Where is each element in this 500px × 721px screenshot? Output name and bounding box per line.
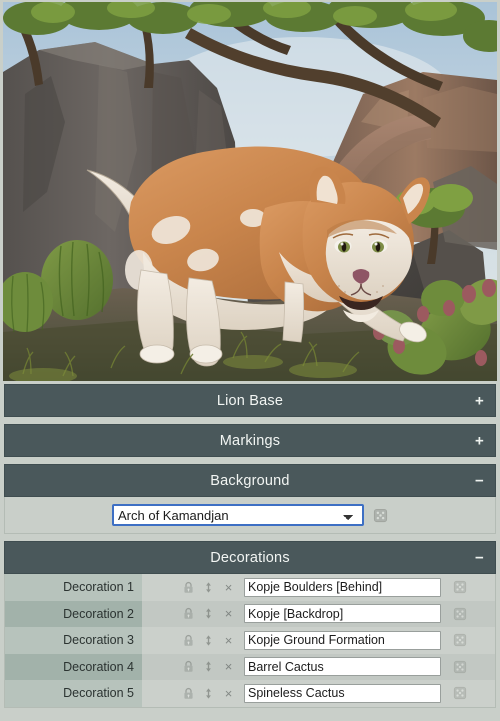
section-title-lion-base: Lion Base <box>216 392 284 409</box>
table-row: Decoration 4 × Barrel Cactus <box>5 653 495 680</box>
dice-glyph <box>453 687 467 700</box>
dice-glyph <box>453 607 467 620</box>
remove-icon[interactable]: × <box>222 660 235 673</box>
row-tools: × <box>142 581 235 594</box>
lock-icon[interactable] <box>182 634 195 647</box>
row-tools: × <box>142 607 235 620</box>
lock-glyph <box>184 634 193 646</box>
expand-plus-icon[interactable]: + <box>475 433 484 448</box>
section-decorations: Decorations − Decoration 1 × Kopje Bould… <box>0 541 500 708</box>
dice-glyph <box>453 581 467 594</box>
decoration-name-input[interactable] <box>244 604 441 624</box>
section-title-markings: Markings <box>219 432 281 449</box>
table-row: Decoration 2 × Kopje [Backdrop] <box>5 600 495 627</box>
section-header-markings[interactable]: Markings + <box>4 424 496 457</box>
row-tools: × <box>142 687 235 700</box>
move-vertical-icon[interactable] <box>202 581 215 594</box>
dice-glyph <box>453 660 467 673</box>
remove-icon[interactable]: × <box>222 687 235 700</box>
section-title-decorations: Decorations <box>210 549 290 566</box>
decoration-label: Decoration 2 <box>5 600 142 627</box>
decoration-label: Decoration 1 <box>5 574 142 601</box>
move-vertical-icon[interactable] <box>202 687 215 700</box>
dice-icon[interactable] <box>453 607 467 621</box>
lock-icon[interactable] <box>182 607 195 620</box>
dice-icon[interactable] <box>453 660 467 674</box>
remove-icon[interactable]: × <box>222 581 235 594</box>
move-vertical-glyph <box>206 582 211 593</box>
expand-plus-icon[interactable]: + <box>475 393 484 408</box>
table-row: Decoration 3 × Kopje Ground Formation <box>5 627 495 654</box>
row-tools: × <box>142 634 235 647</box>
move-vertical-icon[interactable] <box>202 660 215 673</box>
lock-glyph <box>184 687 193 699</box>
decoration-label: Decoration 5 <box>5 680 142 707</box>
dice-glyph <box>453 634 467 647</box>
section-title-background: Background <box>210 472 290 489</box>
lock-glyph <box>184 661 193 673</box>
decoration-name-input[interactable] <box>244 683 441 703</box>
decoration-name-input[interactable] <box>244 630 441 650</box>
collapse-minus-icon[interactable]: − <box>475 473 484 488</box>
decoration-label: Decoration 4 <box>5 653 142 680</box>
move-vertical-icon[interactable] <box>202 634 215 647</box>
table-row: Decoration 5 × Spineless Cactus <box>5 680 495 707</box>
lock-icon[interactable] <box>182 581 195 594</box>
dice-icon[interactable] <box>453 633 467 647</box>
section-lion-base: Lion Base + <box>0 384 500 417</box>
dice-icon[interactable] <box>373 508 388 523</box>
lion-preview-image <box>3 2 497 381</box>
remove-icon[interactable]: × <box>222 607 235 620</box>
preview-panel <box>0 0 500 384</box>
move-vertical-glyph <box>206 635 211 646</box>
lock-glyph <box>184 608 193 620</box>
dice-glyph <box>373 508 388 522</box>
move-vertical-icon[interactable] <box>202 607 215 620</box>
decorations-list: Decoration 1 × Kopje Boulders [Behind] D… <box>4 574 496 708</box>
background-select[interactable]: Arch of Kamandjan <box>112 504 364 526</box>
decoration-label: Decoration 3 <box>5 627 142 654</box>
lock-glyph <box>184 581 193 593</box>
row-tools: × <box>142 660 235 673</box>
table-row: Decoration 1 × Kopje Boulders [Behind] <box>5 574 495 601</box>
section-markings: Markings + <box>0 424 500 457</box>
lock-icon[interactable] <box>182 660 195 673</box>
dice-icon[interactable] <box>453 686 467 700</box>
background-body: Arch of Kamandjan <box>4 497 496 534</box>
section-header-decorations[interactable]: Decorations − <box>4 541 496 574</box>
decoration-name-input[interactable] <box>244 577 441 597</box>
collapse-minus-icon[interactable]: − <box>475 550 484 565</box>
decoration-name-input[interactable] <box>244 657 441 677</box>
remove-icon[interactable]: × <box>222 634 235 647</box>
move-vertical-glyph <box>206 661 211 672</box>
lion-creator-page: Lion Base + Markings + Background − Arch… <box>0 0 500 721</box>
lock-icon[interactable] <box>182 687 195 700</box>
move-vertical-glyph <box>206 688 211 699</box>
move-vertical-glyph <box>206 608 211 619</box>
section-background: Background − Arch of Kamandjan <box>0 464 500 534</box>
section-header-background[interactable]: Background − <box>4 464 496 497</box>
section-header-lion-base[interactable]: Lion Base + <box>4 384 496 417</box>
scene-illustration <box>3 2 497 381</box>
dice-icon[interactable] <box>453 580 467 594</box>
